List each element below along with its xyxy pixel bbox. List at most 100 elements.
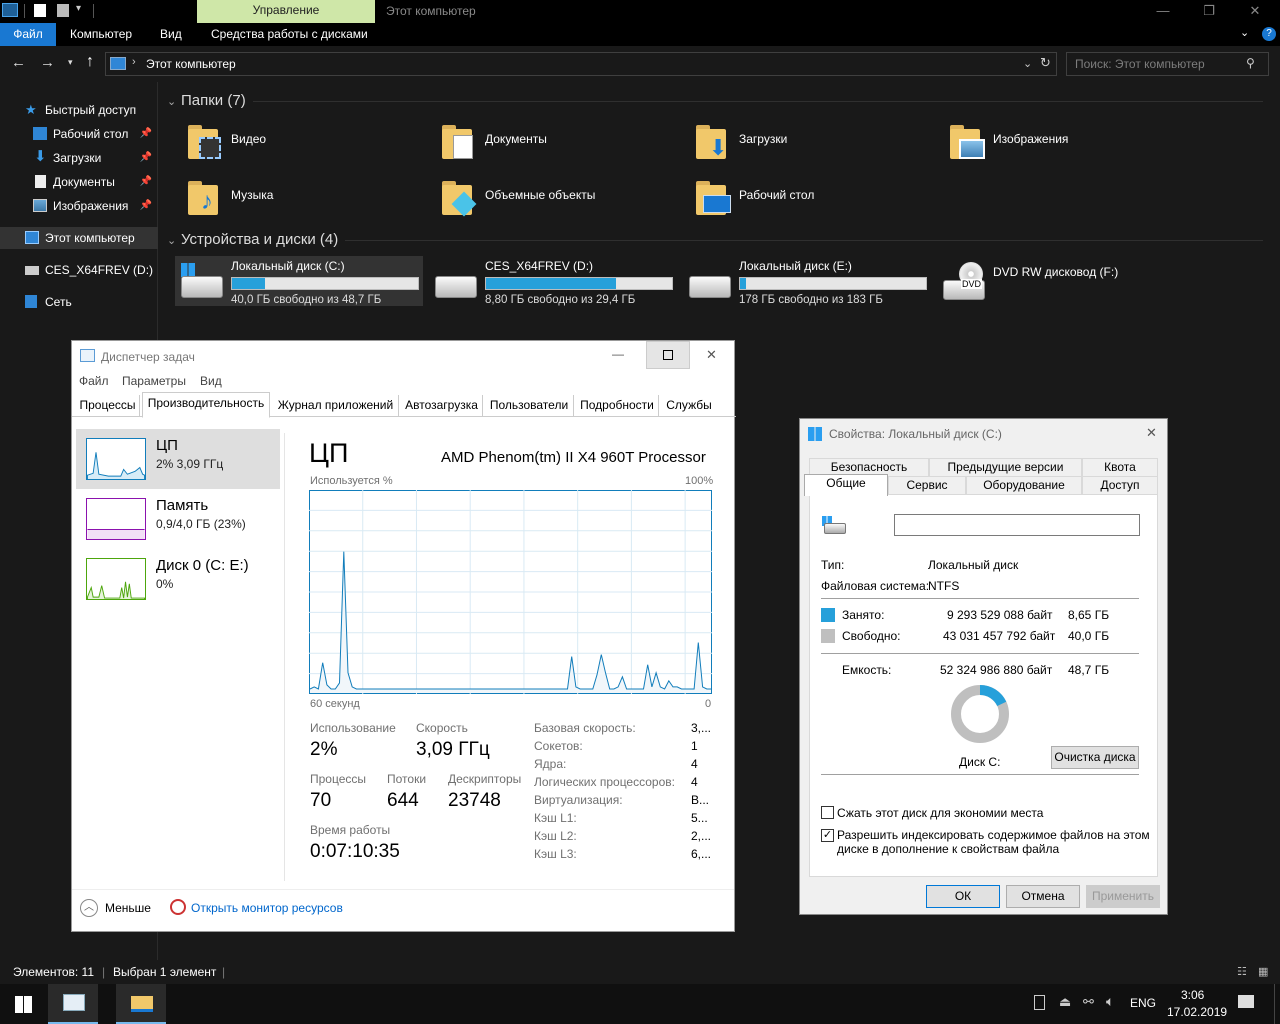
pin-icon[interactable]: 📌 — [140, 195, 152, 217]
recent-locations-icon[interactable]: ▾ — [68, 57, 73, 68]
tab-tools[interactable]: Сервис — [888, 476, 966, 494]
tab-services[interactable]: Службы — [661, 395, 717, 417]
tab-strip: Процессы Производительность Журнал прило… — [72, 392, 736, 418]
network-tray-icon[interactable]: ⚯ — [1083, 994, 1094, 1010]
devices-group-header[interactable]: Устройства и диски (4) — [181, 231, 338, 248]
nav-item-pictures[interactable]: Изображения 📌 — [0, 195, 158, 217]
volume-icon[interactable]: 🔈︎ — [1106, 993, 1114, 1010]
tab-details[interactable]: Подробности — [576, 395, 659, 417]
menu-view[interactable]: Вид — [200, 374, 222, 388]
folders-group-header[interactable]: Папки (7) — [181, 92, 246, 109]
refresh-icon[interactable]: ↻ — [1040, 55, 1051, 71]
fewer-details-button[interactable]: Меньше — [105, 901, 151, 915]
tab-sharing[interactable]: Доступ — [1082, 476, 1158, 494]
folder-desktop[interactable]: Рабочий стол — [693, 177, 943, 231]
ok-button[interactable]: ОК — [926, 885, 1000, 908]
ribbon-expand-icon[interactable]: ⌄ — [1240, 26, 1249, 39]
new-folder-qat-icon[interactable] — [57, 4, 69, 17]
collapse-chevron-icon[interactable]: ⌄ — [167, 234, 176, 247]
taskbar-task-manager[interactable] — [48, 984, 98, 1024]
apply-button[interactable]: Применить — [1086, 885, 1160, 908]
tab-startup[interactable]: Автозагрузка — [401, 395, 483, 417]
nav-quick-access[interactable]: ★ Быстрый доступ — [0, 99, 158, 121]
address-dropdown-icon[interactable]: ⌄ — [1023, 57, 1032, 70]
minimize-button[interactable]: — — [612, 347, 624, 361]
folder-downloads[interactable]: ⬇ Загрузки — [693, 121, 943, 175]
up-icon[interactable]: ↑ — [86, 53, 94, 71]
menu-file[interactable]: Файл — [79, 374, 109, 388]
cancel-button[interactable]: Отмена — [1006, 885, 1080, 908]
drive-c[interactable]: Локальный диск (C:) 40,0 ГБ свободно из … — [175, 256, 423, 306]
action-center-icon[interactable] — [1238, 995, 1254, 1008]
close-button[interactable]: ✕ — [706, 347, 717, 363]
tab-quota[interactable]: Квота — [1082, 458, 1158, 476]
qat-dropdown-icon[interactable]: ▾ — [76, 3, 81, 14]
open-resource-monitor-link[interactable]: Открыть монитор ресурсов — [191, 901, 343, 915]
close-button[interactable]: ✕ — [1232, 0, 1278, 23]
ribbon-tab-drive-tools[interactable]: Средства работы с дисками — [199, 23, 380, 46]
clock-date[interactable]: 17.02.2019 — [1167, 1005, 1227, 1019]
side-item-cpu[interactable]: ЦП 2% 3,09 ГГц — [76, 429, 280, 489]
usb-icon[interactable]: ⏏ — [1059, 994, 1071, 1010]
tab-previous-versions[interactable]: Предыдущие версии — [929, 458, 1082, 476]
volume-label-input[interactable] — [894, 514, 1140, 536]
side-item-memory[interactable]: Память 0,9/4,0 ГБ (23%) — [76, 489, 280, 549]
ribbon-tab-view[interactable]: Вид — [148, 23, 194, 46]
folder-documents[interactable]: Документы — [439, 121, 689, 175]
tab-performance[interactable]: Производительность — [142, 392, 270, 418]
folder-video[interactable]: Видео — [185, 121, 435, 175]
menu-options[interactable]: Параметры — [122, 374, 186, 388]
taskbar-explorer[interactable] — [116, 984, 166, 1024]
nav-item-downloads[interactable]: ⬇ Загрузки 📌 — [0, 147, 158, 169]
breadcrumb-chevron-icon[interactable]: › — [132, 56, 136, 68]
compress-checkbox[interactable] — [821, 806, 834, 819]
properties-qat-icon[interactable] — [34, 4, 46, 17]
address-text[interactable]: Этот компьютер — [146, 57, 236, 71]
side-item-disk[interactable]: Диск 0 (C: E:) 0% — [76, 549, 280, 609]
contextual-tab-manage[interactable]: Управление — [197, 0, 375, 23]
tab-users[interactable]: Пользователи — [485, 395, 574, 417]
forward-icon[interactable]: → — [40, 54, 55, 71]
disk-cleanup-button[interactable]: Очистка диска — [1051, 746, 1139, 769]
back-icon[interactable]: ← — [11, 54, 26, 71]
address-bar[interactable] — [105, 52, 1057, 76]
tab-hardware[interactable]: Оборудование — [966, 476, 1082, 494]
nav-item-documents[interactable]: Документы 📌 — [0, 171, 158, 193]
folder-pictures[interactable]: Изображения — [947, 121, 1197, 175]
maximize-button[interactable] — [646, 341, 690, 369]
index-checkbox[interactable]: ✓ — [821, 829, 834, 842]
search-icon[interactable]: ⚲ — [1246, 56, 1255, 70]
nav-item-this-pc[interactable]: Этот компьютер — [0, 227, 158, 249]
ribbon-tab-file[interactable]: Файл — [0, 23, 56, 46]
tab-processes[interactable]: Процессы — [76, 395, 140, 417]
ribbon-tab-computer[interactable]: Компьютер — [58, 23, 144, 46]
tablet-icon[interactable] — [1034, 995, 1045, 1010]
chevron-up-icon[interactable]: ︿ — [80, 899, 98, 917]
large-icons-view-icon[interactable]: ▦ — [1258, 960, 1268, 984]
nav-item-network[interactable]: Сеть — [0, 291, 158, 313]
pin-icon[interactable]: 📌 — [140, 147, 152, 169]
start-button[interactable] — [15, 996, 32, 1013]
help-icon[interactable]: ? — [1262, 27, 1276, 41]
drive-dvd[interactable]: DVD DVD RW дисковод (F:) — [937, 256, 1185, 306]
drive-d[interactable]: CES_X64FREV (D:) 8,80 ГБ свободно из 29,… — [429, 256, 677, 306]
maximize-button[interactable]: ❐ — [1186, 0, 1232, 23]
details-view-icon[interactable]: ☷ — [1237, 960, 1247, 984]
folder-3d-objects[interactable]: Объемные объекты — [439, 177, 689, 231]
input-language[interactable]: ENG — [1130, 996, 1156, 1010]
spec-label: Базовая скорость: — [534, 721, 636, 735]
clock-time[interactable]: 3:06 — [1181, 988, 1204, 1002]
tab-general[interactable]: Общие — [804, 474, 888, 496]
pin-icon[interactable]: 📌 — [140, 171, 152, 193]
folder-music[interactable]: ♪ Музыка — [185, 177, 435, 231]
nav-item-desktop[interactable]: Рабочий стол 📌 — [0, 123, 158, 145]
tab-app-history[interactable]: Журнал приложений — [273, 395, 399, 417]
close-button[interactable]: ✕ — [1146, 425, 1157, 441]
nav-item-drive-d[interactable]: CES_X64FREV (D:) — [0, 259, 158, 281]
minimize-button[interactable]: — — [1140, 0, 1186, 23]
pin-icon[interactable]: 📌 — [140, 123, 152, 145]
show-desktop-button[interactable] — [1274, 984, 1275, 1024]
drive-e[interactable]: Локальный диск (E:) 178 ГБ свободно из 1… — [683, 256, 931, 306]
collapse-chevron-icon[interactable]: ⌄ — [167, 95, 176, 108]
pictures-folder-icon — [947, 121, 987, 165]
